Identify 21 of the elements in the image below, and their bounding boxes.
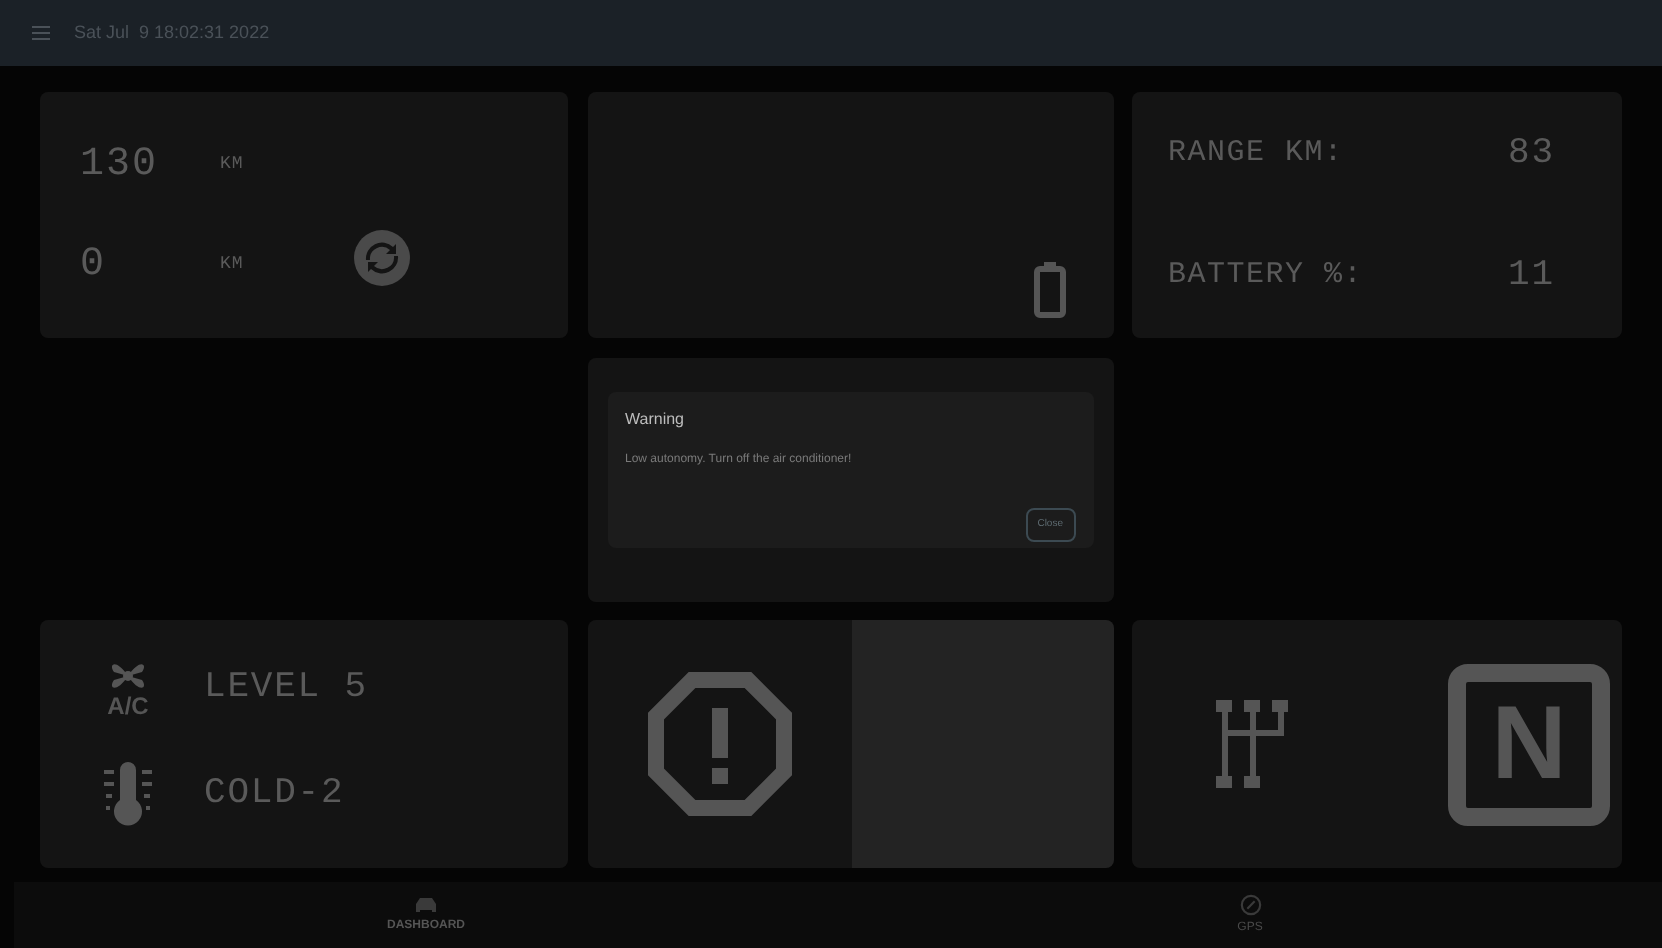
trip-value: 0 — [80, 239, 109, 291]
fan-level: LEVEL 5 — [204, 665, 368, 711]
fan-icon — [108, 658, 148, 694]
menu-icon[interactable] — [32, 26, 50, 40]
warning-octagon-icon — [647, 672, 791, 816]
stat-value: 11 — [1508, 253, 1555, 299]
dialog-title: Warning — [625, 408, 686, 432]
stat-label: RANGE KM: — [1168, 133, 1346, 174]
unit-label: KM — [220, 151, 244, 178]
unit-label: KM — [220, 251, 244, 278]
gear-letter: N — [1491, 692, 1567, 796]
stat-value: 83 — [1508, 131, 1555, 177]
compass-icon — [1239, 893, 1261, 915]
refresh-icon[interactable] — [353, 229, 410, 285]
ac-label: A/C — [107, 694, 149, 718]
battery-icon — [1033, 262, 1065, 318]
car-icon — [416, 895, 436, 913]
trip-value: 130 — [80, 139, 161, 191]
temperature-setting: COLD-2 — [204, 771, 345, 817]
gear-shift-icon — [1216, 700, 1288, 788]
stat-label: BATTERY %: — [1168, 255, 1366, 296]
